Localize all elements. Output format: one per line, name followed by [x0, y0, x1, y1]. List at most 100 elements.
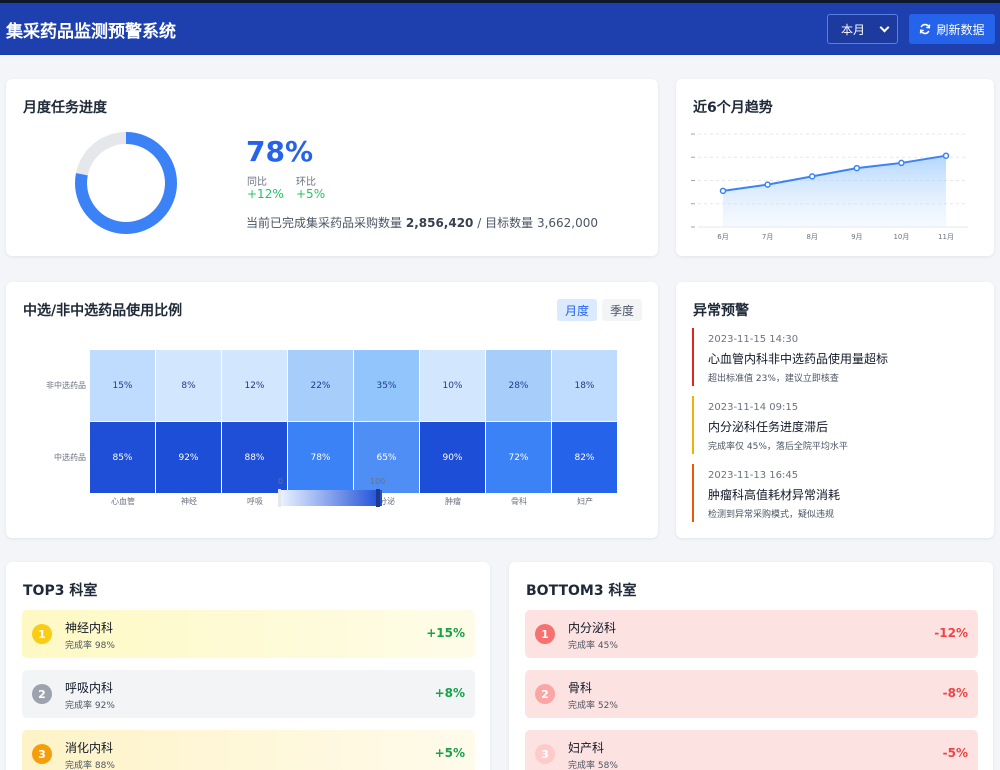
refresh-button[interactable]: 刷新数据: [909, 14, 995, 44]
alert-item[interactable]: 2023-11-14 09:15 内分泌科任务进度滞后 完成率仅 45%，落后全院平…: [692, 396, 974, 454]
trend-point[interactable]: [764, 181, 771, 188]
trend-card: 近6个月趋势 6月 7月 8月 9月 10月 11月: [676, 79, 994, 256]
legend-handle-right[interactable]: [376, 489, 380, 507]
heatmap-row-label: 非中选药品: [46, 381, 86, 390]
completion-rate: 完成率 45%: [568, 641, 618, 651]
completion-rate: 完成率 58%: [568, 761, 618, 770]
rank-badge: 2: [32, 684, 52, 704]
change-value: +8%: [434, 686, 465, 700]
trend-point[interactable]: [719, 187, 727, 195]
change-value: -12%: [934, 626, 968, 640]
heatmap-cell[interactable]: 18%: [552, 350, 617, 421]
top-department-row[interactable]: 1 神经内科完成率 98% +15%: [22, 610, 475, 658]
alert-description: 检测到异常采购模式，疑似违规: [708, 510, 835, 520]
heatmap-cell[interactable]: 82%: [552, 422, 617, 493]
legend-max-label: 100: [370, 477, 386, 486]
x-tick-label: 10月: [893, 233, 909, 241]
mom-label: 环比: [296, 177, 316, 188]
heatmap-legend: 0 100: [278, 477, 385, 509]
rank-badge: 1: [32, 624, 52, 644]
alert-description: 完成率仅 45%，落后全院平均水平: [708, 442, 848, 452]
alert-item[interactable]: 2023-11-15 14:30 心血管内科非中选药品使用量超标 超出标准值 23%…: [692, 328, 974, 386]
trend-point[interactable]: [942, 152, 950, 159]
heatmap-column-label: 心血管: [111, 497, 135, 506]
x-tick-label: 9月: [851, 233, 862, 241]
card-title: 异常预警: [693, 303, 749, 319]
alert-time: 2023-11-15 14:30: [708, 334, 799, 345]
period-select[interactable]: 本月: [827, 14, 898, 44]
alert-description: 超出标准值 23%，建议立即核查: [708, 374, 839, 384]
progress-summary: 当前已完成集采药品采购数量 2,856,420 / 目标数量 3,662,000: [246, 214, 598, 231]
progress-summary-prefix: 当前已完成集采药品采购数量: [246, 216, 403, 230]
ratio-card: 中选/非中选药品使用比例 月度 季度 非中选药品 15% 8% 12% 22% 35% 10…: [6, 282, 658, 538]
top-department-row[interactable]: 3 消化内科完成率 88% +5%: [22, 730, 475, 770]
change-value: -8%: [942, 686, 968, 700]
heatmap-cell[interactable]: 8%: [156, 350, 221, 421]
heatmap-cell[interactable]: 90%: [420, 422, 485, 493]
heatmap-cell[interactable]: 22%: [288, 350, 353, 421]
chevron-down-icon: [879, 22, 890, 33]
trend-line-chart: 6月 7月 8月 9月 10月 11月: [691, 133, 968, 241]
heatmap-column-label: 肿瘤: [445, 497, 461, 506]
heatmap-column-label: 妇产: [577, 497, 593, 506]
monthly-progress-card: 月度任务进度 78% 同比 +12% 环比 +5% 当前已完成集采药品采购数量 …: [6, 79, 658, 256]
card-title: TOP3 科室: [23, 583, 98, 599]
heatmap-cell[interactable]: 15%: [90, 350, 155, 421]
heatmap-cell[interactable]: 72%: [486, 422, 551, 493]
trend-point[interactable]: [898, 159, 905, 167]
heatmap-cell[interactable]: 78%: [288, 422, 353, 493]
department-name: 消化内科: [65, 741, 114, 755]
refresh-button-label: 刷新数据: [936, 22, 985, 37]
department-name: 骨科: [568, 681, 593, 695]
yoy-value: +12%: [247, 187, 284, 201]
heatmap-column-label: 骨科: [511, 497, 527, 506]
completion-rate: 完成率 52%: [568, 701, 618, 711]
completion-rate: 完成率 98%: [65, 641, 115, 651]
target-count: 3,662,000: [536, 216, 599, 230]
top3-card: TOP3 科室 1 神经内科 完成率 98% +15% 2 呼吸内科 完成率 92% +8% 3…: [6, 562, 490, 770]
heatmap-row-label: 中选药品: [54, 453, 86, 462]
alert-item[interactable]: 2023-11-13 16:45 肿瘤科高值耗材异常消耗检测到异常采购模式，疑似违…: [692, 464, 974, 522]
legend-gradient-bar: [278, 490, 382, 506]
heatmap-cell[interactable]: 92%: [156, 422, 221, 493]
change-value: +15%: [426, 626, 465, 640]
progress-percent: 78%: [246, 135, 314, 168]
alert-title: 内分泌科任务进度滞后: [708, 420, 829, 434]
rank-badge: 1: [535, 624, 555, 644]
trend-point[interactable]: [808, 173, 816, 180]
completion-rate: 完成率 88%: [65, 761, 115, 770]
heatmap-cell[interactable]: 85%: [90, 422, 155, 493]
bottom-department-row[interactable]: 2 骨科完成率 52% -8%: [525, 670, 978, 718]
x-tick-label: 7月: [762, 233, 773, 241]
change-value: +5%: [434, 746, 465, 760]
x-tick-label: 11月: [938, 233, 954, 241]
x-tick-label: 8月: [806, 233, 817, 241]
heatmap-column-label: 神经: [181, 497, 197, 506]
rank-badge: 3: [32, 744, 52, 764]
yoy-label: 同比: [247, 177, 267, 188]
department-name: 神经内科: [65, 621, 114, 635]
bottom-department-row[interactable]: 3 妇产科 完成率 58% -5%: [525, 730, 978, 770]
rank-badge: 3: [535, 744, 555, 764]
heatmap-cell[interactable]: 28%: [486, 350, 551, 421]
heatmap-cell[interactable]: 65%: [354, 422, 419, 493]
card-title: 月度任务进度: [23, 100, 107, 116]
trend-point[interactable]: [853, 164, 861, 172]
bottom-department-row[interactable]: 1 内分泌科 完成率 45% -12%: [525, 610, 978, 658]
alert-title: 肿瘤科高值耗材异常消耗: [708, 488, 841, 502]
period-select-value: 本月: [841, 22, 866, 37]
x-tick-label: 6月: [717, 233, 728, 241]
mom-value: +5%: [296, 187, 326, 201]
top-department-row[interactable]: 2 呼吸内科 完成率 92% +8%: [22, 670, 475, 718]
progress-donut-chart: [75, 132, 177, 234]
bottom3-card: BOTTOM3 科室 1 内分泌科 完成率 45% -12% 2 骨科 完成率 52% -8%…: [509, 562, 993, 770]
heatmap-cell[interactable]: 12%: [222, 350, 287, 421]
alert-time: 2023-11-13 16:45: [708, 470, 799, 481]
rank-badge: 2: [535, 684, 555, 704]
department-name: 呼吸内科: [65, 681, 114, 695]
progress-summary-sep: / 目标数量: [477, 216, 534, 230]
completed-count: 2,856,420: [405, 216, 474, 230]
heatmap-cell[interactable]: 10%: [420, 350, 485, 421]
heatmap-cell[interactable]: 35%: [354, 350, 419, 421]
legend-handle-left[interactable]: [278, 489, 281, 507]
